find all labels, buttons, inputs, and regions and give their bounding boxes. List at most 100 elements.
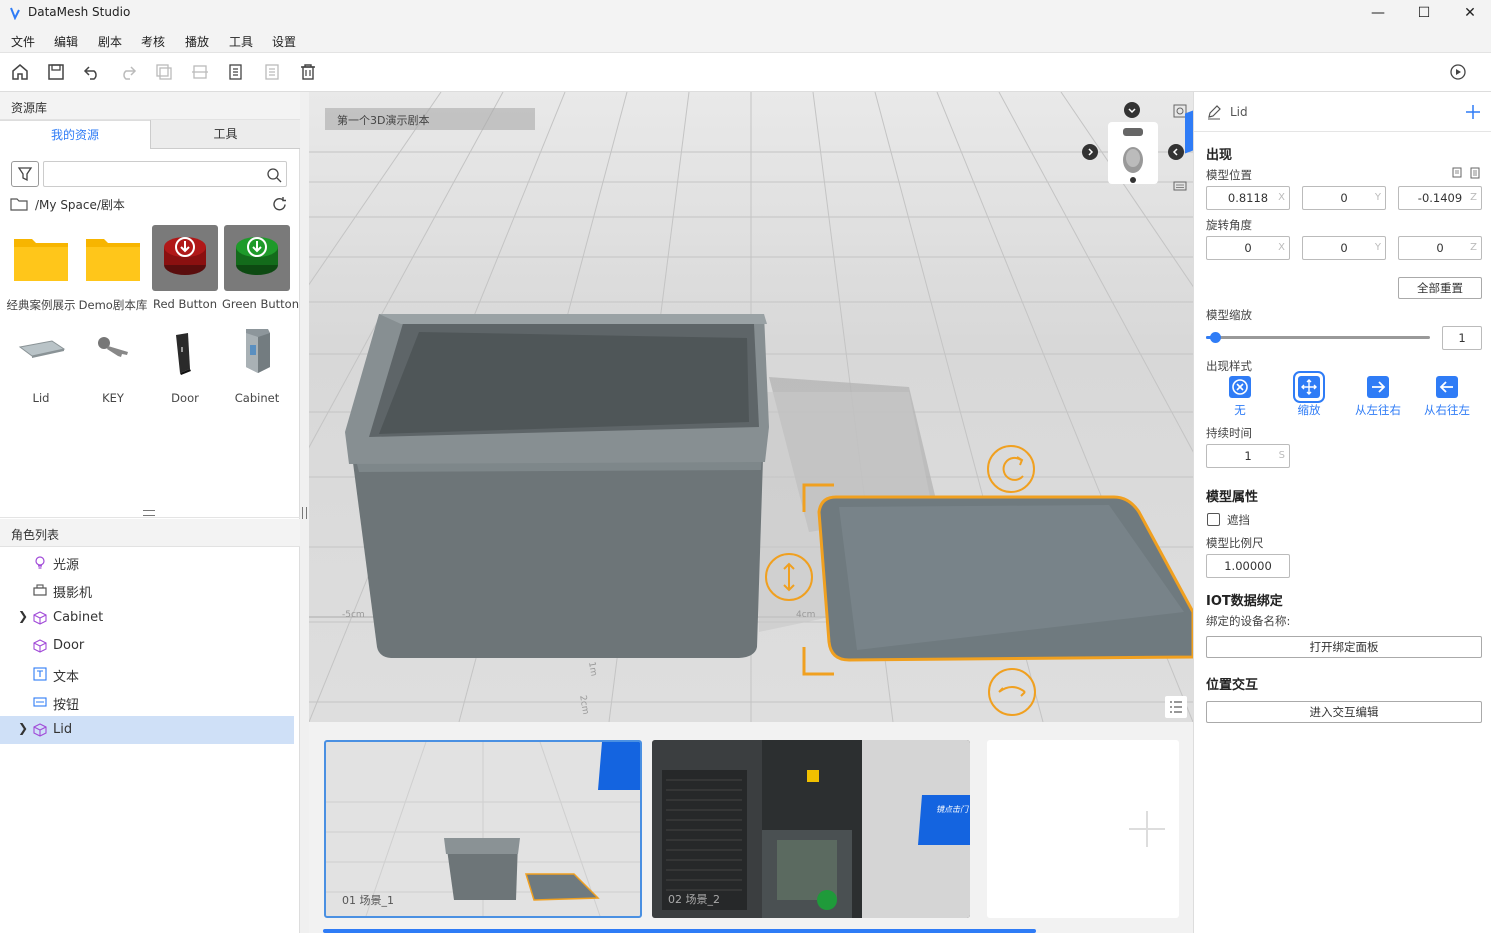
splitter[interactable]: [0, 517, 300, 518]
head-orientation-icon: [1123, 128, 1143, 183]
list-toggle-icon[interactable]: [1165, 696, 1187, 718]
rotation-x-input[interactable]: 0X: [1206, 236, 1290, 260]
asset-door[interactable]: Door: [150, 319, 220, 405]
asset-folder-demo[interactable]: Demo剧本库: [78, 225, 148, 313]
list-icon[interactable]: [262, 62, 282, 82]
occlude-label: 遮挡: [1227, 513, 1250, 527]
asset-cabinet[interactable]: Cabinet: [222, 319, 292, 405]
reset-all-button[interactable]: 全部重置: [1398, 277, 1482, 299]
maximize-button[interactable]: ☐: [1401, 0, 1447, 27]
refresh-icon[interactable]: [271, 196, 288, 213]
model-ratio-input[interactable]: 1.00000: [1206, 554, 1290, 578]
menu-play[interactable]: 播放: [185, 33, 209, 50]
duration-input[interactable]: 1S: [1206, 444, 1290, 468]
home-icon[interactable]: [10, 62, 30, 82]
ruler-label: 4cm: [796, 610, 816, 620]
cube-icon: [33, 723, 47, 737]
folder-icon: [10, 196, 28, 212]
splitter-handle-icon[interactable]: [143, 510, 155, 516]
tab-tools[interactable]: 工具: [150, 120, 300, 149]
button-icon: [33, 695, 47, 709]
asset-folder-classic[interactable]: 经典案例展示: [6, 225, 76, 313]
scene-card-2[interactable]: 镜点击门 02 场景_2: [652, 740, 970, 918]
copy-values-icon[interactable]: [1452, 167, 1464, 179]
menu-edit[interactable]: 编辑: [54, 33, 78, 50]
scene-scrollbar[interactable]: [323, 929, 1036, 933]
view-left-arrow-icon[interactable]: [1082, 144, 1098, 160]
tab-my-resources[interactable]: 我的资源: [0, 120, 150, 149]
asset-key[interactable]: KEY: [78, 319, 148, 405]
paste-icon[interactable]: [226, 62, 246, 82]
menu-settings[interactable]: 设置: [272, 33, 296, 50]
folder-icon: [80, 225, 146, 291]
scale-move-icon: [1293, 371, 1325, 403]
style-right-to-left-button[interactable]: 从右往左: [1419, 375, 1475, 418]
asset-red-button[interactable]: Red Button: [150, 225, 220, 311]
add-icon[interactable]: [1464, 103, 1482, 121]
style-left-to-right-button[interactable]: 从左往右: [1350, 375, 1406, 418]
occlude-checkbox[interactable]: [1207, 513, 1220, 526]
filter-icon: [17, 167, 33, 182]
save-icon[interactable]: [46, 62, 66, 82]
scale-slider-thumb[interactable]: [1210, 332, 1222, 343]
keyboard-icon[interactable]: [1173, 180, 1187, 192]
paste-values-icon[interactable]: [1469, 167, 1481, 179]
view-right-arrow-icon[interactable]: [1168, 144, 1184, 160]
tree-item-light[interactable]: 光源: [0, 548, 294, 576]
minimize-button[interactable]: —: [1355, 0, 1401, 27]
expand-arrow-icon[interactable]: ❯: [18, 721, 28, 735]
cube-icon: [33, 611, 47, 625]
menu-file[interactable]: 文件: [11, 33, 35, 50]
tree-item-door[interactable]: Door: [0, 632, 294, 660]
tree-item-text[interactable]: 文本: [0, 660, 294, 688]
iot-device-label: 绑定的设备名称:: [1206, 614, 1291, 628]
redo-icon[interactable]: [118, 62, 138, 82]
scale-slider[interactable]: [1206, 332, 1430, 343]
scene-card-1[interactable]: 01 场景_1: [324, 740, 642, 918]
3d-viewport[interactable]: 第一个3D演示剧本 -5cm 4cm 1m 2cm: [309, 92, 1193, 722]
edit-pencil-icon[interactable]: [1206, 104, 1222, 120]
scene-1-thumbnail: [326, 742, 640, 916]
menu-tools[interactable]: 工具: [229, 33, 253, 50]
tree-item-cabinet[interactable]: ❯ Cabinet: [0, 604, 294, 632]
scale-label: 模型缩放: [1206, 308, 1252, 322]
asset-green-button[interactable]: Green Button: [222, 225, 299, 311]
play-preview-icon[interactable]: [1448, 62, 1468, 82]
toolbar: [0, 53, 1491, 92]
scene-2-badge: 镜点击门: [936, 805, 968, 814]
align-icon[interactable]: [190, 62, 210, 82]
tree-item-lid-selected[interactable]: ❯ Lid: [0, 716, 294, 744]
position-y-input[interactable]: 0Y: [1302, 186, 1386, 210]
scale-value-input[interactable]: 1: [1442, 326, 1482, 350]
rotation-y-input[interactable]: 0Y: [1302, 236, 1386, 260]
menu-script[interactable]: 剧本: [98, 33, 122, 50]
style-none-button[interactable]: 无: [1212, 375, 1268, 418]
open-bind-panel-button[interactable]: 打开绑定面板: [1206, 636, 1482, 658]
position-z-input[interactable]: -0.1409 Z: [1398, 186, 1482, 210]
filter-button[interactable]: [11, 161, 39, 187]
vertical-splitter[interactable]: [300, 92, 309, 933]
enter-interaction-button[interactable]: 进入交互编辑: [1206, 701, 1482, 723]
search-input[interactable]: [43, 161, 287, 187]
undo-icon[interactable]: [82, 62, 102, 82]
scene-2-label: 02 场景_2: [668, 893, 720, 906]
asset-lid[interactable]: Lid: [6, 319, 76, 405]
model-ratio-label: 模型比例尺: [1206, 536, 1264, 550]
tree-item-button[interactable]: 按钮: [0, 688, 294, 716]
view-orientation-head[interactable]: [1108, 122, 1158, 184]
splitter-handle-icon[interactable]: [302, 507, 307, 519]
close-button[interactable]: ✕: [1447, 0, 1491, 27]
expand-arrow-icon[interactable]: ❯: [18, 609, 28, 623]
style-scale-button[interactable]: 缩放: [1281, 371, 1337, 418]
rotation-z-input[interactable]: 0Z: [1398, 236, 1482, 260]
appear-header: 出现: [1206, 148, 1233, 163]
add-scene-card[interactable]: [987, 740, 1179, 918]
decor-blue-marker: [1185, 110, 1193, 154]
search-icon[interactable]: [266, 167, 282, 183]
menu-exam[interactable]: 考核: [141, 33, 165, 50]
view-up-arrow-icon[interactable]: [1124, 102, 1140, 118]
tree-item-camera[interactable]: 摄影机: [0, 576, 294, 604]
copy-icon[interactable]: [154, 62, 174, 82]
delete-icon[interactable]: [298, 62, 318, 82]
position-x-input[interactable]: 0.8118 X: [1206, 186, 1290, 210]
